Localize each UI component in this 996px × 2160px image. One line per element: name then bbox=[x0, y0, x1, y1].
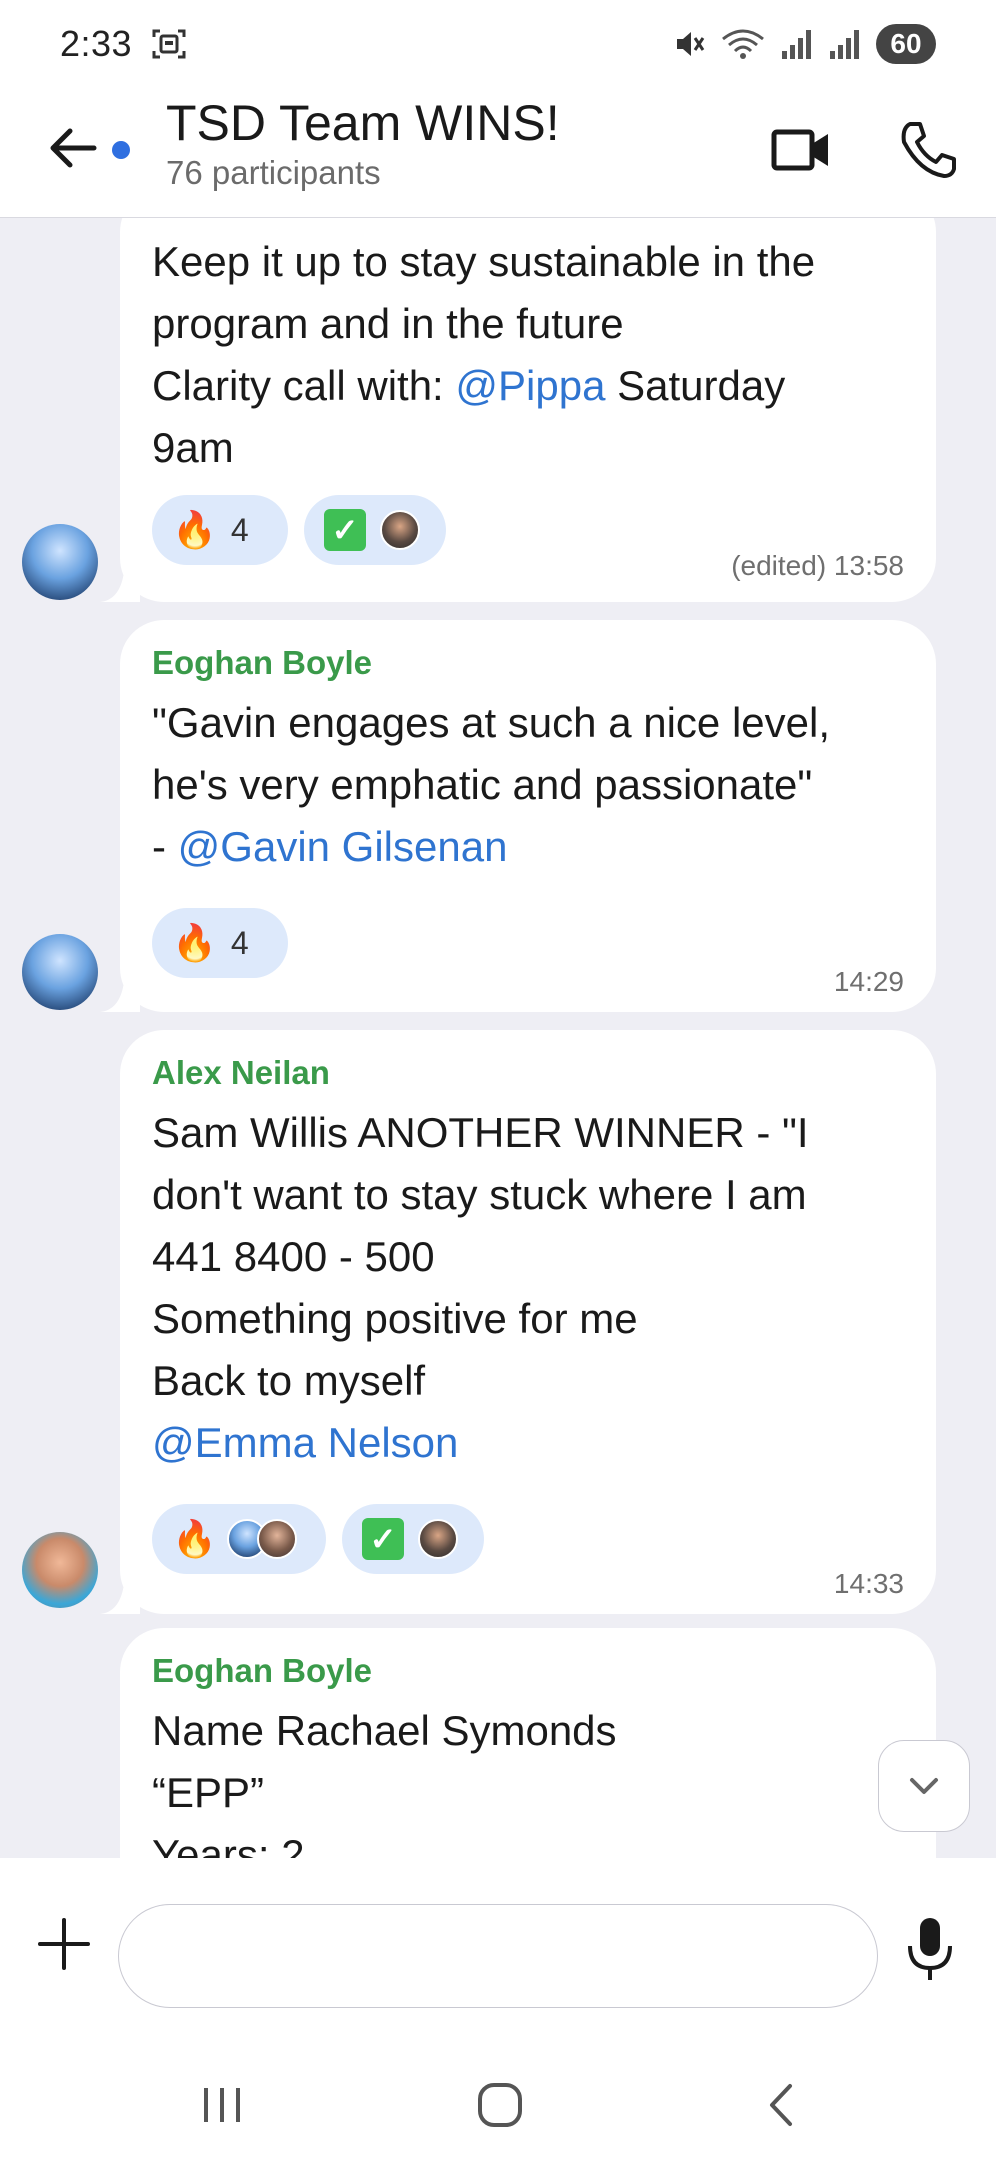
status-icons: 60 bbox=[672, 24, 936, 64]
sender-name[interactable]: Eoghan Boyle bbox=[152, 644, 372, 682]
signal-icon bbox=[782, 30, 811, 59]
phone-icon[interactable] bbox=[896, 118, 960, 182]
wifi-icon bbox=[722, 29, 764, 59]
scroll-to-bottom-button[interactable] bbox=[878, 1740, 970, 1832]
reactor-avatar bbox=[418, 1519, 458, 1559]
mention-link[interactable]: @Emma Nelson bbox=[152, 1419, 458, 1466]
system-nav-bar bbox=[0, 2050, 996, 2160]
bubble-tail bbox=[100, 1584, 140, 1614]
fire-emoji-icon: 🔥 bbox=[172, 922, 217, 963]
sender-avatar[interactable] bbox=[22, 524, 98, 600]
message-line: Name Rachael Symonds bbox=[152, 1707, 617, 1754]
back-arrow-icon[interactable] bbox=[44, 118, 104, 178]
message-line: Back to myself bbox=[152, 1357, 426, 1404]
message-list[interactable]: Keep it up to stay sustainable in the pr… bbox=[0, 218, 996, 1858]
status-left: 2:33 bbox=[60, 23, 188, 65]
reaction-check[interactable]: ✓ bbox=[304, 495, 446, 565]
message-time: (edited) 13:58 bbox=[731, 550, 904, 581]
check-emoji-icon: ✓ bbox=[362, 1518, 404, 1560]
message-time: 14:29 bbox=[833, 966, 904, 997]
message-line: Clarity call with: @Pippa Saturday bbox=[152, 362, 786, 409]
chat-header: TSD Team WINS! 76 participants bbox=[0, 88, 996, 218]
signal-icon-2 bbox=[830, 30, 859, 59]
message-line: 9am bbox=[152, 424, 234, 471]
fire-emoji-icon: 🔥 bbox=[172, 1518, 217, 1559]
check-emoji-icon: ✓ bbox=[324, 509, 366, 551]
fire-emoji-icon: 🔥 bbox=[172, 509, 217, 550]
message-line: program and in the future bbox=[152, 300, 624, 347]
reaction-fire[interactable]: 🔥 bbox=[152, 1504, 326, 1574]
sender-avatar[interactable] bbox=[22, 934, 98, 1010]
message-line: Sam Willis ANOTHER WINNER - "I bbox=[152, 1109, 809, 1156]
mention-link[interactable]: @Pippa bbox=[455, 362, 605, 409]
sender-name[interactable]: Alex Neilan bbox=[152, 1054, 330, 1092]
home-icon[interactable] bbox=[470, 2080, 530, 2130]
message-line: Keep it up to stay sustainable in the bbox=[152, 238, 816, 285]
mute-icon bbox=[677, 32, 705, 56]
bubble-tail bbox=[100, 572, 140, 602]
message-time: 14:33 bbox=[833, 1568, 904, 1599]
microphone-icon[interactable] bbox=[900, 1914, 960, 1984]
message-bubble[interactable]: Eoghan Boyle Name Rachael Symonds “EPP” … bbox=[120, 1628, 936, 1858]
video-camera-icon[interactable] bbox=[770, 118, 834, 182]
message-line: don't want to stay stuck where I am bbox=[152, 1171, 807, 1218]
reaction-fire[interactable]: 🔥 4 bbox=[152, 908, 288, 978]
screenshot-icon bbox=[152, 29, 186, 59]
reactor-avatar bbox=[256, 1519, 297, 1559]
message-input[interactable] bbox=[118, 1904, 878, 2008]
message-bubble[interactable]: Eoghan Boyle "Gavin engages at such a ni… bbox=[100, 620, 936, 1012]
status-bar: 2:33 60 bbox=[0, 0, 996, 88]
message-line: Years: 2 bbox=[152, 1831, 305, 1858]
message-line: Something positive for me bbox=[152, 1295, 638, 1342]
message-line: @Emma Nelson bbox=[152, 1412, 458, 1474]
back-icon[interactable] bbox=[752, 2080, 812, 2130]
chat-title[interactable]: TSD Team WINS! bbox=[166, 94, 560, 152]
message-composer bbox=[0, 1858, 996, 2050]
status-time: 2:33 bbox=[60, 23, 133, 64]
recent-apps-icon[interactable] bbox=[192, 2080, 252, 2130]
unread-dot bbox=[112, 141, 130, 159]
sender-name[interactable]: Eoghan Boyle bbox=[152, 1652, 372, 1690]
participants-count[interactable]: 76 participants bbox=[166, 154, 381, 192]
message-bubble[interactable]: Keep it up to stay sustainable in the pr… bbox=[100, 218, 936, 602]
message-line: - @Gavin Gilsenan bbox=[152, 823, 508, 870]
reaction-count: 4 bbox=[230, 924, 249, 961]
mention-link[interactable]: @Gavin Gilsenan bbox=[178, 823, 508, 870]
reactor-avatar bbox=[380, 510, 420, 550]
message-line: "Gavin engages at such a nice level, bbox=[152, 699, 830, 746]
message-line: 441 8400 - 500 bbox=[152, 1233, 435, 1280]
sender-avatar[interactable] bbox=[22, 1532, 98, 1608]
message-bubble[interactable]: Alex Neilan Sam Willis ANOTHER WINNER - … bbox=[100, 1030, 936, 1614]
message-line: “EPP” bbox=[152, 1769, 265, 1816]
reactor-avatars bbox=[226, 1519, 297, 1559]
bubble-tail bbox=[100, 982, 140, 1012]
plus-icon[interactable] bbox=[34, 1914, 94, 1974]
message-line: he's very emphatic and passionate" bbox=[152, 761, 813, 808]
battery-indicator: 60 bbox=[876, 24, 936, 64]
reaction-count: 4 bbox=[230, 511, 249, 548]
reaction-fire[interactable]: 🔥 4 bbox=[152, 495, 288, 565]
reaction-check[interactable]: ✓ bbox=[342, 1504, 484, 1574]
chevron-down-icon bbox=[910, 1778, 938, 1794]
